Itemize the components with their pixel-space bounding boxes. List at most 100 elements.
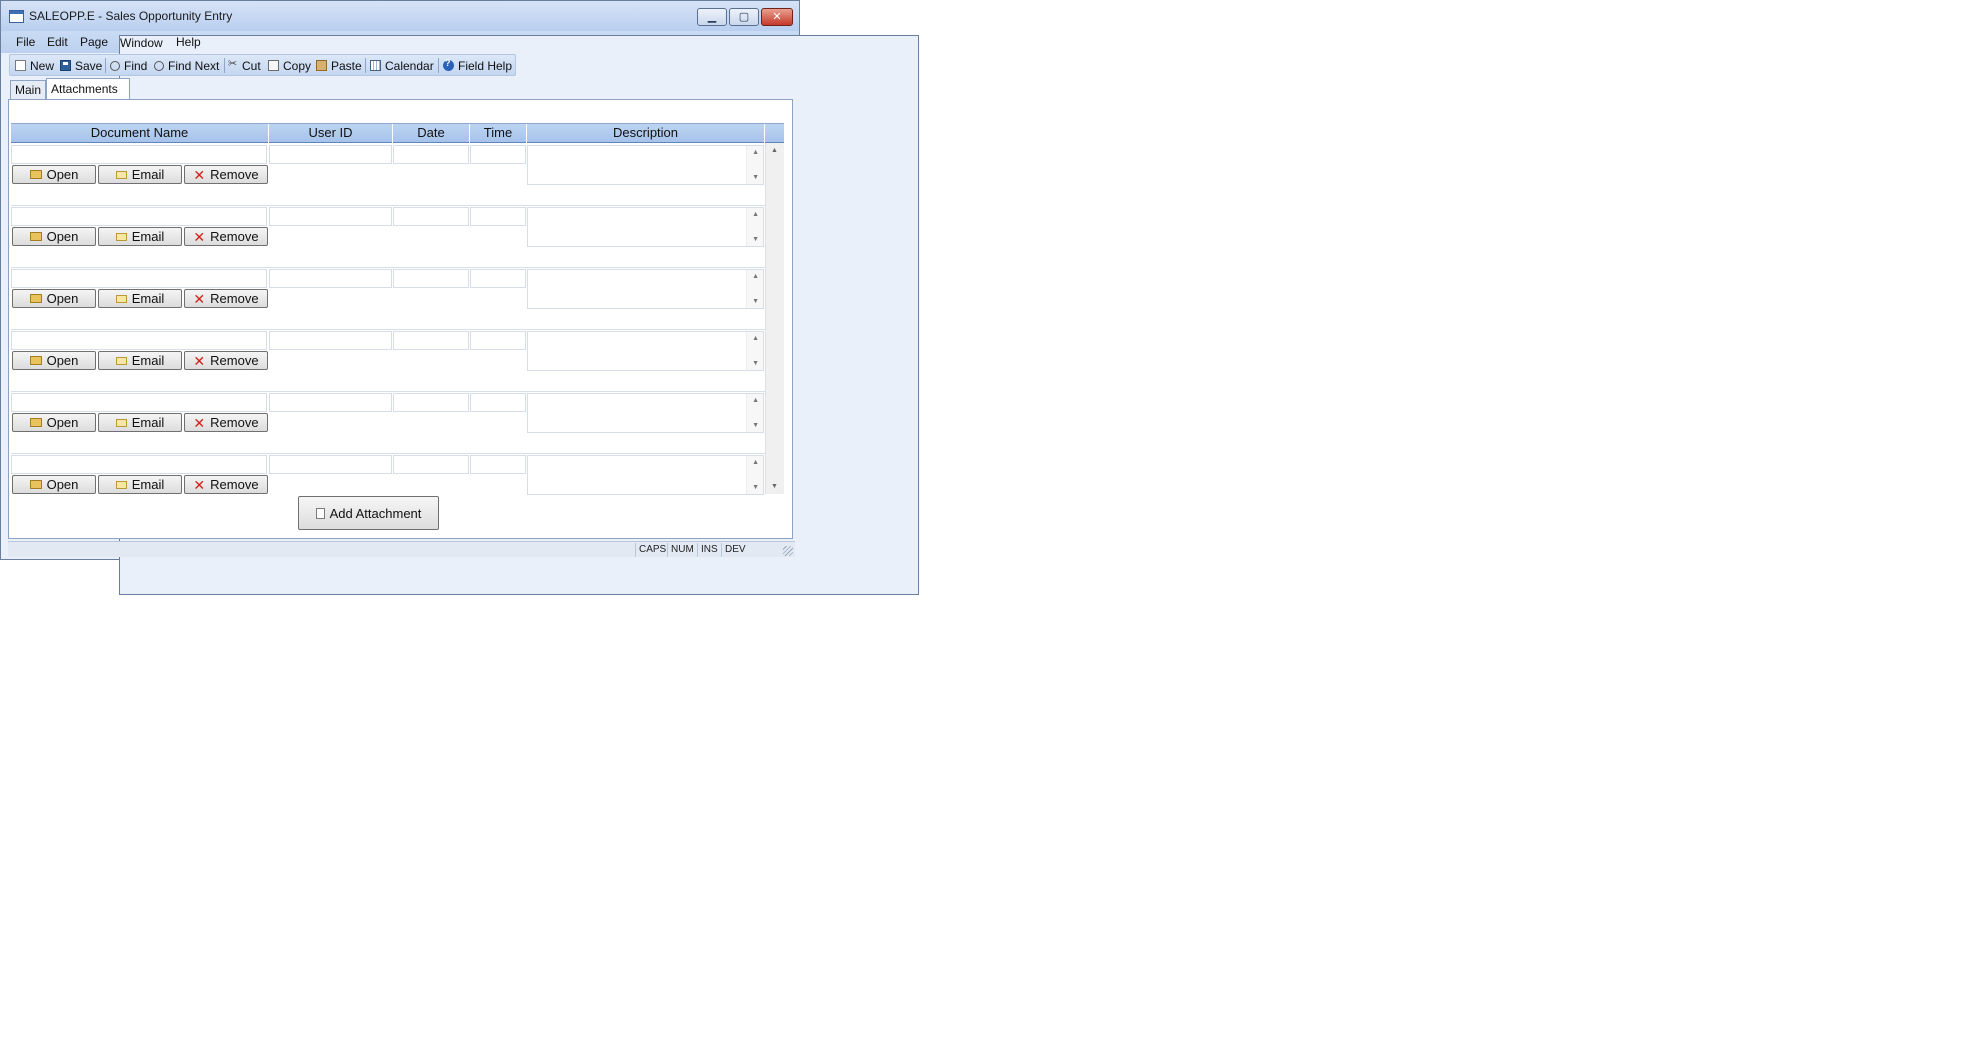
open-button[interactable]: Open [12, 165, 96, 184]
description-field[interactable]: ▲ ▼ [527, 145, 764, 185]
maximize-button[interactable]: ▢ [729, 8, 759, 26]
date-field[interactable] [393, 331, 469, 350]
scroll-up-icon[interactable]: ▲ [752, 273, 759, 280]
document-name-field[interactable] [11, 145, 267, 164]
remove-button[interactable]: ✕ Remove [184, 413, 268, 432]
menu-help[interactable]: Help [176, 35, 201, 49]
calendar-label: Calendar [385, 58, 434, 73]
app-icon[interactable] [9, 10, 24, 23]
email-button[interactable]: Email [98, 351, 182, 370]
paste-button[interactable]: Paste [316, 58, 362, 73]
document-name-field[interactable] [11, 269, 267, 288]
column-user-id[interactable]: User ID [269, 124, 393, 143]
time-field[interactable] [470, 393, 526, 412]
copy-icon [268, 60, 279, 71]
tab-attachments[interactable]: Attachments [46, 78, 130, 100]
email-button[interactable]: Email [98, 413, 182, 432]
clipboard-icon [316, 60, 327, 71]
open-button[interactable]: Open [12, 351, 96, 370]
scroll-up-icon[interactable]: ▲ [752, 459, 759, 466]
description-scrollbar[interactable]: ▲ ▼ [746, 146, 763, 184]
date-field[interactable] [393, 393, 469, 412]
column-time[interactable]: Time [470, 124, 527, 143]
find-button[interactable]: Find [110, 58, 147, 73]
scroll-down-icon[interactable]: ▼ [752, 236, 759, 243]
email-button[interactable]: Email [98, 289, 182, 308]
scroll-down-icon[interactable]: ▼ [752, 298, 759, 305]
open-button[interactable]: Open [12, 413, 96, 432]
time-field[interactable] [470, 145, 526, 164]
user-id-field[interactable] [269, 393, 392, 412]
open-button[interactable]: Open [12, 475, 96, 494]
remove-button[interactable]: ✕ Remove [184, 289, 268, 308]
document-name-field[interactable] [11, 331, 267, 350]
calendar-button[interactable]: Calendar [370, 58, 434, 73]
title-bar[interactable]: SALEOPP.E - Sales Opportunity Entry ▁ ▢ … [1, 1, 799, 31]
open-button[interactable]: Open [12, 289, 96, 308]
date-field[interactable] [393, 455, 469, 474]
add-attachment-button[interactable]: Add Attachment [298, 496, 439, 530]
description-scrollbar[interactable]: ▲ ▼ [746, 332, 763, 370]
menu-file[interactable]: File [16, 35, 35, 49]
description-scrollbar[interactable]: ▲ ▼ [746, 208, 763, 246]
email-button[interactable]: Email [98, 165, 182, 184]
column-description[interactable]: Description [527, 124, 765, 143]
user-id-field[interactable] [269, 269, 392, 288]
copy-button[interactable]: Copy [268, 58, 311, 73]
new-button[interactable]: New [15, 58, 54, 73]
find-next-button[interactable]: Find Next [154, 58, 219, 73]
document-name-field[interactable] [11, 393, 267, 412]
date-field[interactable] [393, 145, 469, 164]
column-document-name[interactable]: Document Name [11, 124, 269, 143]
email-button[interactable]: Email [98, 227, 182, 246]
scroll-down-icon[interactable]: ▼ [752, 174, 759, 181]
remove-button[interactable]: ✕ Remove [184, 227, 268, 246]
close-button[interactable]: ✕ [761, 8, 793, 26]
time-field[interactable] [470, 331, 526, 350]
time-field[interactable] [470, 269, 526, 288]
scroll-down-icon[interactable]: ▼ [752, 360, 759, 367]
minimize-button[interactable]: ▁ [697, 8, 727, 26]
tab-main[interactable]: Main [10, 80, 46, 99]
scroll-down-icon[interactable]: ▼ [752, 422, 759, 429]
user-id-field[interactable] [269, 455, 392, 474]
remove-button[interactable]: ✕ Remove [184, 351, 268, 370]
cut-button[interactable]: Cut [228, 57, 261, 73]
open-button[interactable]: Open [12, 227, 96, 246]
user-id-field[interactable] [269, 145, 392, 164]
resize-grip-icon[interactable] [783, 546, 793, 556]
description-scrollbar[interactable]: ▲ ▼ [746, 270, 763, 308]
description-scrollbar[interactable]: ▲ ▼ [746, 394, 763, 432]
scroll-up-icon[interactable]: ▲ [771, 147, 778, 154]
scroll-up-icon[interactable]: ▲ [752, 397, 759, 404]
document-name-field[interactable] [11, 455, 267, 474]
document-name-field[interactable] [11, 207, 267, 226]
scroll-up-icon[interactable]: ▲ [752, 335, 759, 342]
time-field[interactable] [470, 207, 526, 226]
description-field[interactable]: ▲ ▼ [527, 207, 764, 247]
date-field[interactable] [393, 269, 469, 288]
save-button[interactable]: Save [60, 58, 102, 73]
grid-scrollbar[interactable]: ▲ ▼ [765, 143, 784, 494]
date-field[interactable] [393, 207, 469, 226]
menu-edit[interactable]: Edit [47, 35, 68, 49]
scroll-down-icon[interactable]: ▼ [752, 484, 759, 491]
column-date[interactable]: Date [393, 124, 470, 143]
description-field[interactable]: ▲ ▼ [527, 269, 764, 309]
description-field[interactable]: ▲ ▼ [527, 455, 764, 495]
field-help-button[interactable]: Field Help [443, 58, 512, 73]
email-button[interactable]: Email [98, 475, 182, 494]
user-id-field[interactable] [269, 207, 392, 226]
menu-page[interactable]: Page [80, 35, 108, 49]
description-field[interactable]: ▲ ▼ [527, 393, 764, 433]
scroll-down-icon[interactable]: ▼ [771, 483, 778, 490]
scroll-up-icon[interactable]: ▲ [752, 211, 759, 218]
time-field[interactable] [470, 455, 526, 474]
toolbar-separator [365, 58, 366, 73]
description-scrollbar[interactable]: ▲ ▼ [746, 456, 763, 494]
description-field[interactable]: ▲ ▼ [527, 331, 764, 371]
scroll-up-icon[interactable]: ▲ [752, 149, 759, 156]
remove-button[interactable]: ✕ Remove [184, 165, 268, 184]
user-id-field[interactable] [269, 331, 392, 350]
remove-button[interactable]: ✕ Remove [184, 475, 268, 494]
